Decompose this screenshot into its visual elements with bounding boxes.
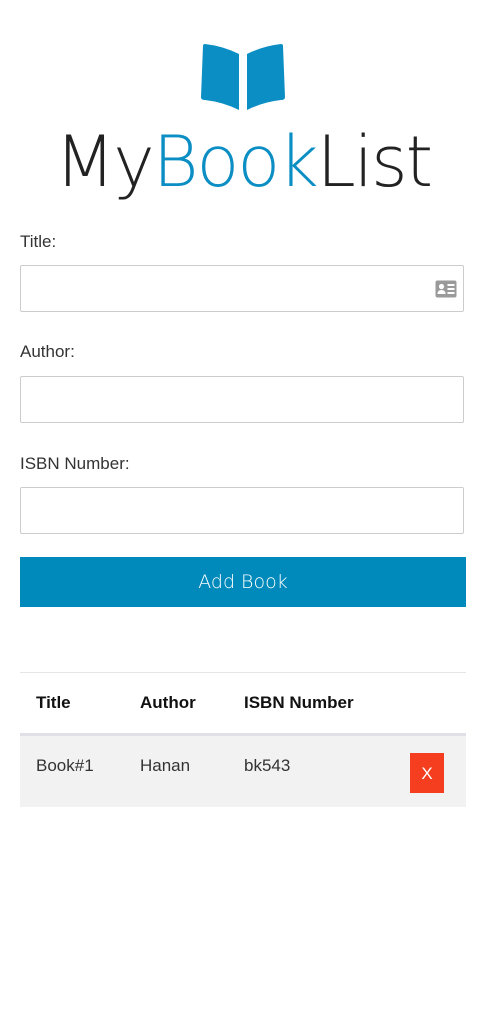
open-book-icon [201, 44, 285, 110]
app-title-part-list: List [316, 121, 433, 203]
cell-title: Book#1 [36, 756, 94, 775]
cell-author: Hanan [140, 756, 191, 775]
isbn-input[interactable] [20, 487, 464, 534]
author-label: Author: [20, 342, 75, 361]
author-input[interactable] [20, 376, 464, 423]
app-title: MyBookList [0, 124, 486, 201]
isbn-label: ISBN Number: [20, 454, 130, 473]
column-header-title: Title [36, 693, 71, 712]
title-input[interactable] [20, 265, 464, 312]
add-book-button[interactable]: Add Book [20, 557, 466, 607]
book-list-table: Title Author ISBN Number Book#1 Hanan bk… [20, 672, 466, 807]
title-label: Title: [20, 232, 57, 251]
column-header-isbn: ISBN Number [244, 693, 354, 712]
table-header-row: Title Author ISBN Number [20, 672, 466, 735]
delete-book-button[interactable]: X [410, 753, 444, 793]
table-row: Book#1 Hanan bk543 X [20, 734, 466, 807]
cell-action: X [394, 735, 466, 807]
cell-isbn: bk543 [244, 756, 291, 775]
table-body: Book#1 Hanan bk543 X [20, 734, 466, 807]
column-header-author: Author [140, 693, 196, 712]
column-header-action [394, 673, 466, 735]
contact-card-icon[interactable] [435, 280, 457, 298]
app-root: MyBookList Title: Author: ISBN Number: A… [0, 0, 486, 1031]
app-title-part-my: My [54, 121, 155, 203]
app-title-part-book: Book [152, 121, 319, 203]
table-header: Title Author ISBN Number [20, 672, 466, 735]
